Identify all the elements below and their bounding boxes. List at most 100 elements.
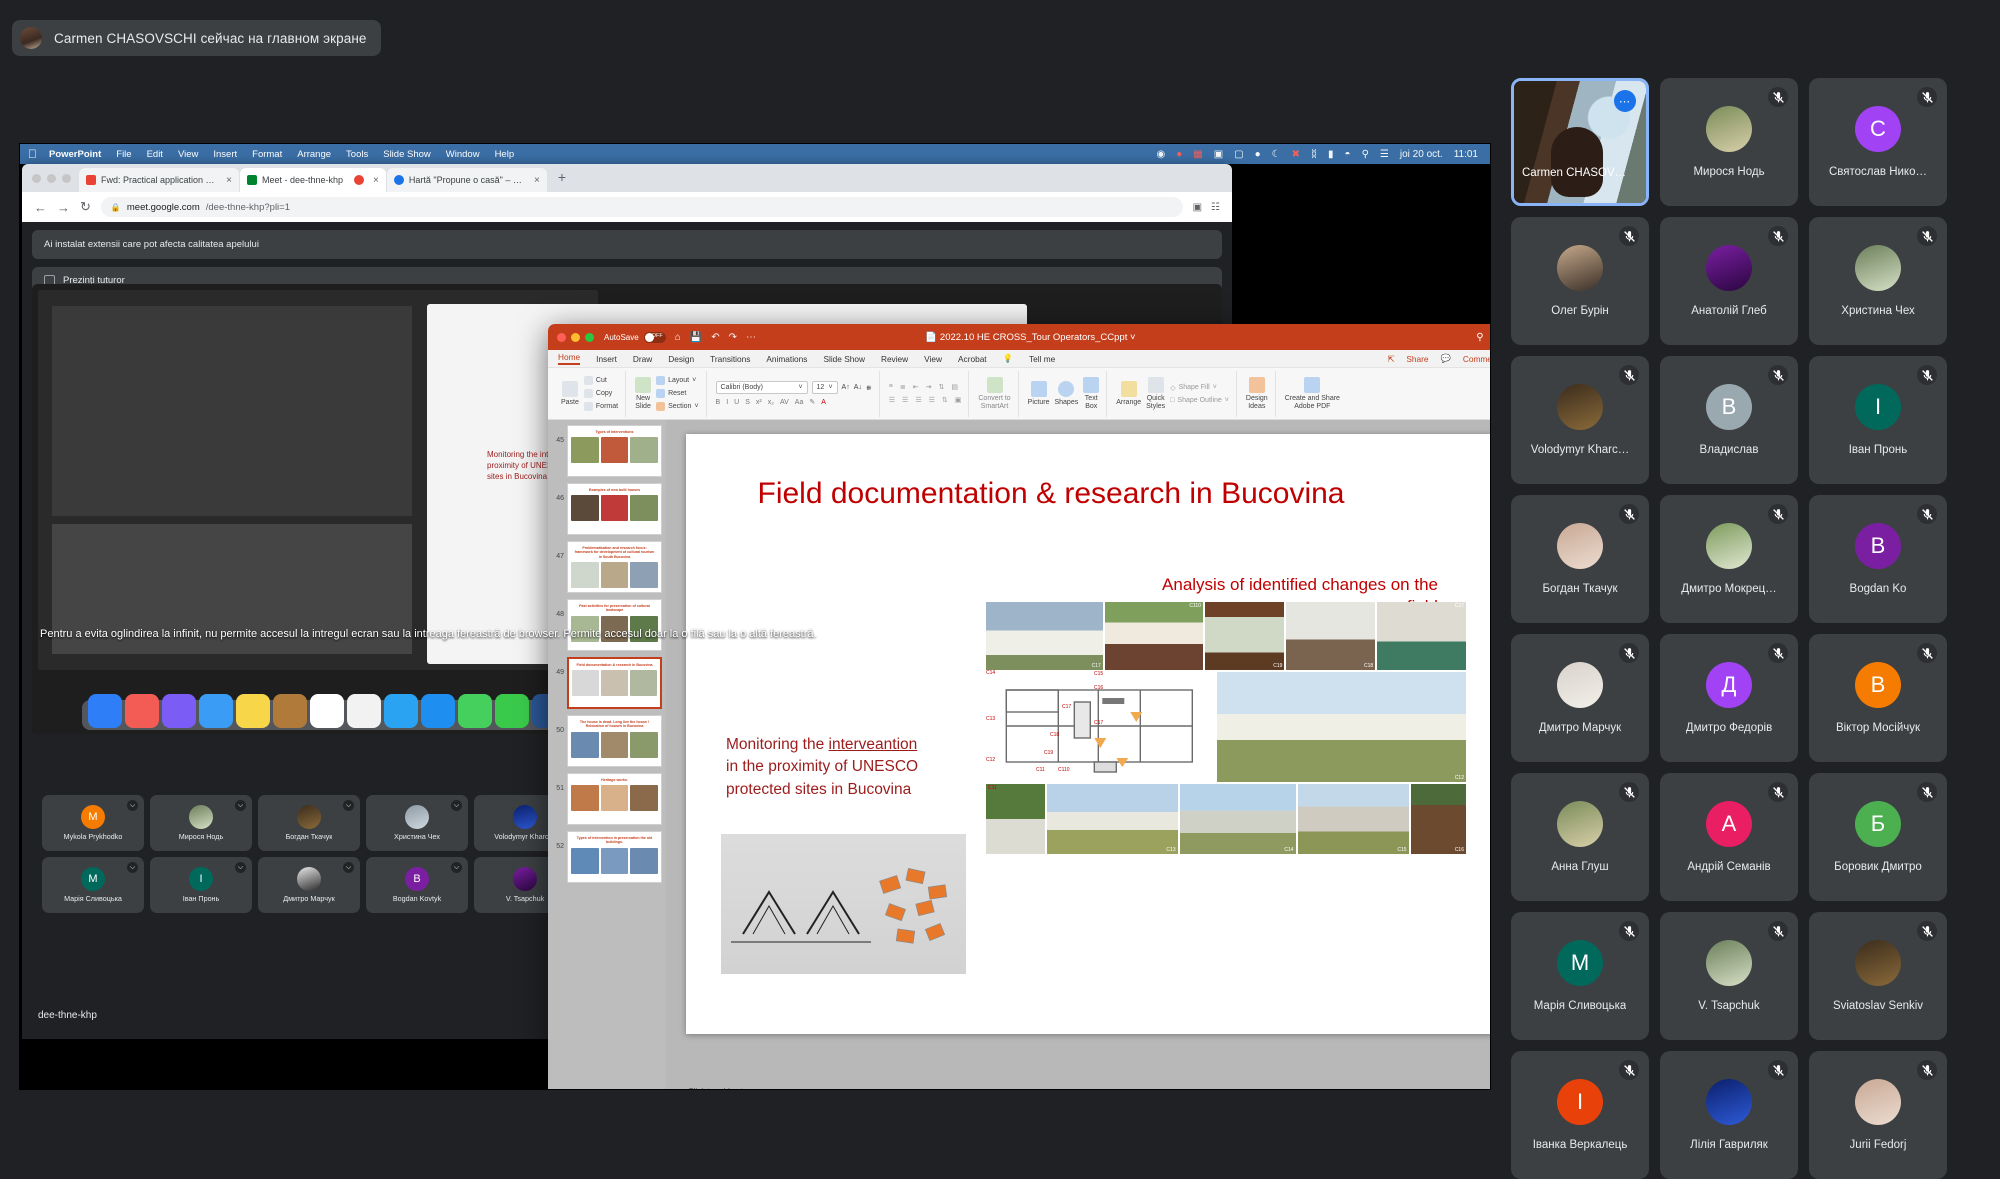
slide-thumbnail[interactable]: 46 Examples of new built houses	[548, 480, 666, 538]
podcasts-icon[interactable]	[125, 694, 159, 728]
shield-icon[interactable]: ●	[1255, 149, 1261, 160]
participant-tile[interactable]: B Bogdan Ko	[1809, 495, 1947, 623]
bullets-button[interactable]: ≡	[889, 383, 893, 391]
search-icon[interactable]: ⚲	[1362, 149, 1369, 160]
participant-tile[interactable]: Дмитро Марчук	[1511, 634, 1649, 762]
participant-tile[interactable]: Анатолій Глеб	[1660, 217, 1798, 345]
menu-view[interactable]: View	[178, 149, 198, 160]
document-title[interactable]: 📄 2022.10 HE CROSS_Tour Operators_CCppt …	[548, 332, 1490, 343]
slide-thumbnail[interactable]: 45 Types of interventions	[548, 422, 666, 480]
screenshot-icon[interactable]: ▣	[1214, 149, 1223, 160]
moon-icon[interactable]: ☾	[1272, 149, 1281, 160]
participant-tile-inner[interactable]: ⌵ Христина Чех	[366, 795, 468, 851]
format-painter-button[interactable]: Format	[583, 402, 618, 411]
close-window-icon[interactable]	[32, 173, 41, 183]
shrink-font-button[interactable]: A↓	[854, 384, 862, 391]
maximize-window-icon[interactable]	[62, 173, 71, 183]
columns-button[interactable]: ▤	[951, 383, 958, 391]
arrow-left-icon[interactable]: ←	[34, 200, 47, 215]
current-slide[interactable]: Field documentation & research in Bucovi…	[686, 434, 1490, 1034]
slide-thumbnail[interactable]: 50 The house is dead. Long live the house…	[548, 712, 666, 770]
shapes-button[interactable]: Shapes	[1054, 381, 1078, 406]
x-icon[interactable]: ✖	[1292, 149, 1300, 160]
participant-tile[interactable]: М Марія Сливоцька	[1511, 912, 1649, 1040]
wifi-icon[interactable]: ◓	[1345, 149, 1351, 160]
slide-thumbnail-card[interactable]: Types of intervention in preservation th…	[567, 831, 662, 883]
slide-thumbnail[interactable]: 49 Field documentation & research in Buco…	[548, 654, 666, 712]
search-icon[interactable]: ⚲	[1476, 332, 1483, 343]
slide-left-text[interactable]: Monitoring the interveantion in the prox…	[726, 734, 976, 801]
design-ideas-button[interactable]: Design Ideas	[1246, 376, 1268, 410]
chevron-down-icon[interactable]: ˅	[694, 403, 698, 410]
menu-file[interactable]: File	[116, 149, 131, 160]
font-color-icon[interactable]: A	[821, 399, 826, 406]
slide-thumbnail[interactable]: 51 Heritage works.	[548, 770, 666, 828]
messages-icon[interactable]	[495, 694, 529, 728]
text-direction-button[interactable]: ⇅	[942, 396, 948, 404]
menu-edit[interactable]: Edit	[147, 149, 163, 160]
increase-indent-button[interactable]: ⇥	[926, 383, 932, 391]
paste-button[interactable]: Paste	[561, 381, 579, 406]
slide-thumbnail-card[interactable]: Field documentation & research in Bucovi…	[567, 657, 662, 709]
slide-thumbnail-card[interactable]: Heritage works.	[567, 773, 662, 825]
chevron-down-icon[interactable]: ˅	[692, 377, 696, 384]
url-input[interactable]: 🔒 meet.google.com/dee-thne-khp?pli=1	[100, 197, 1183, 217]
shape-fill-button[interactable]: ◇ Shape Fill ˅	[1170, 384, 1229, 392]
close-tab-icon[interactable]: ×	[222, 175, 232, 186]
highlight-icon[interactable]: ✎	[809, 398, 815, 406]
share-button[interactable]: Share	[1406, 354, 1428, 364]
more-options-icon[interactable]: ⋯	[1614, 90, 1636, 112]
chevron-down-icon[interactable]: ˅	[1225, 397, 1229, 404]
participant-tile[interactable]: В Владислав	[1660, 356, 1798, 484]
italic-button[interactable]: I	[726, 399, 728, 406]
slide-thumbnail[interactable]: 47 Problematisation and research focus: f…	[548, 538, 666, 596]
tab-design[interactable]: Design	[668, 354, 694, 364]
participant-tile[interactable]: Д Дмитро Федорів	[1660, 634, 1798, 762]
menu-insert[interactable]: Insert	[213, 149, 237, 160]
participant-tile-inner[interactable]: ⌵ Мирося Нодь	[150, 795, 252, 851]
participant-tile[interactable]: С Святослав Нико…	[1809, 78, 1947, 206]
comments-button[interactable]: Comments	[1463, 354, 1490, 364]
chevron-down-icon[interactable]: ˅	[798, 384, 802, 391]
participant-tile[interactable]: Анна Глуш	[1511, 773, 1649, 901]
browser-tab-meet[interactable]: Meet - dee-thne-khp ×	[240, 168, 386, 192]
menu-slide-show[interactable]: Slide Show	[383, 149, 431, 160]
tab-transitions[interactable]: Transitions	[710, 354, 750, 364]
tell-me-search[interactable]: Tell me	[1029, 354, 1055, 364]
shape-outline-button[interactable]: □ Shape Outline ˅	[1170, 397, 1229, 404]
grid-icon[interactable]: ▦	[1193, 149, 1202, 160]
decrease-indent-button[interactable]: ⇤	[913, 383, 919, 391]
slide-thumbnail-card[interactable]: The house is dead. Long live the house !…	[567, 715, 662, 767]
participant-tile-inner[interactable]: ⌵ M Mykola Prykhodko	[42, 795, 144, 851]
safari-icon[interactable]	[199, 694, 233, 728]
underline-button[interactable]: U	[734, 399, 739, 406]
calendar-icon[interactable]	[310, 694, 344, 728]
slide-thumbnail-card[interactable]: Past activities for preservation of cult…	[567, 599, 662, 651]
clear-formatting-button[interactable]: ⧻	[866, 384, 872, 392]
chevron-down-icon[interactable]: ˅	[1213, 384, 1217, 391]
strikethrough-button[interactable]: S	[745, 399, 750, 406]
browser-tab-harta[interactable]: Hartă "Propune o casă" – Port ×	[386, 168, 547, 192]
slide-thumbnail-card[interactable]: Types of interventions	[567, 425, 662, 477]
participant-tile[interactable]: Мирося Нодь	[1660, 78, 1798, 206]
participant-tile-inner[interactable]: ⌵ B Bogdan Kovtyk	[366, 857, 468, 913]
share-screen-icon[interactable]: ☷	[1211, 202, 1220, 213]
participant-tile[interactable]: Volodymyr Kharc…	[1511, 356, 1649, 484]
participant-tile-inner[interactable]: ⌵ І Іван Пронь	[150, 857, 252, 913]
create-share-pdf-button[interactable]: Create and Share Adobe PDF	[1285, 376, 1340, 410]
align-text-button[interactable]: ▣	[955, 396, 962, 404]
participant-tile-inner[interactable]: ⌵ М Марія Сливоцька	[42, 857, 144, 913]
reset-button[interactable]: Reset	[656, 389, 698, 398]
tab-review[interactable]: Review	[881, 354, 908, 364]
bold-button[interactable]: B	[716, 399, 721, 406]
facetime-icon[interactable]	[458, 694, 492, 728]
reload-icon[interactable]: ↻	[80, 199, 91, 215]
slide-thumbnail-card[interactable]: Problematisation and research focus: fra…	[567, 541, 662, 593]
participant-tile[interactable]: Лілія Гавриляк	[1660, 1051, 1798, 1179]
line-spacing-button[interactable]: ⇅	[938, 383, 944, 391]
character-spacing-button[interactable]: AV	[780, 399, 789, 406]
tab-slide-show[interactable]: Slide Show	[823, 354, 865, 364]
grow-font-button[interactable]: A↑	[842, 384, 850, 391]
section-button[interactable]: Section ˅	[656, 402, 699, 411]
participant-tile[interactable]: Олег Бурін	[1511, 217, 1649, 345]
